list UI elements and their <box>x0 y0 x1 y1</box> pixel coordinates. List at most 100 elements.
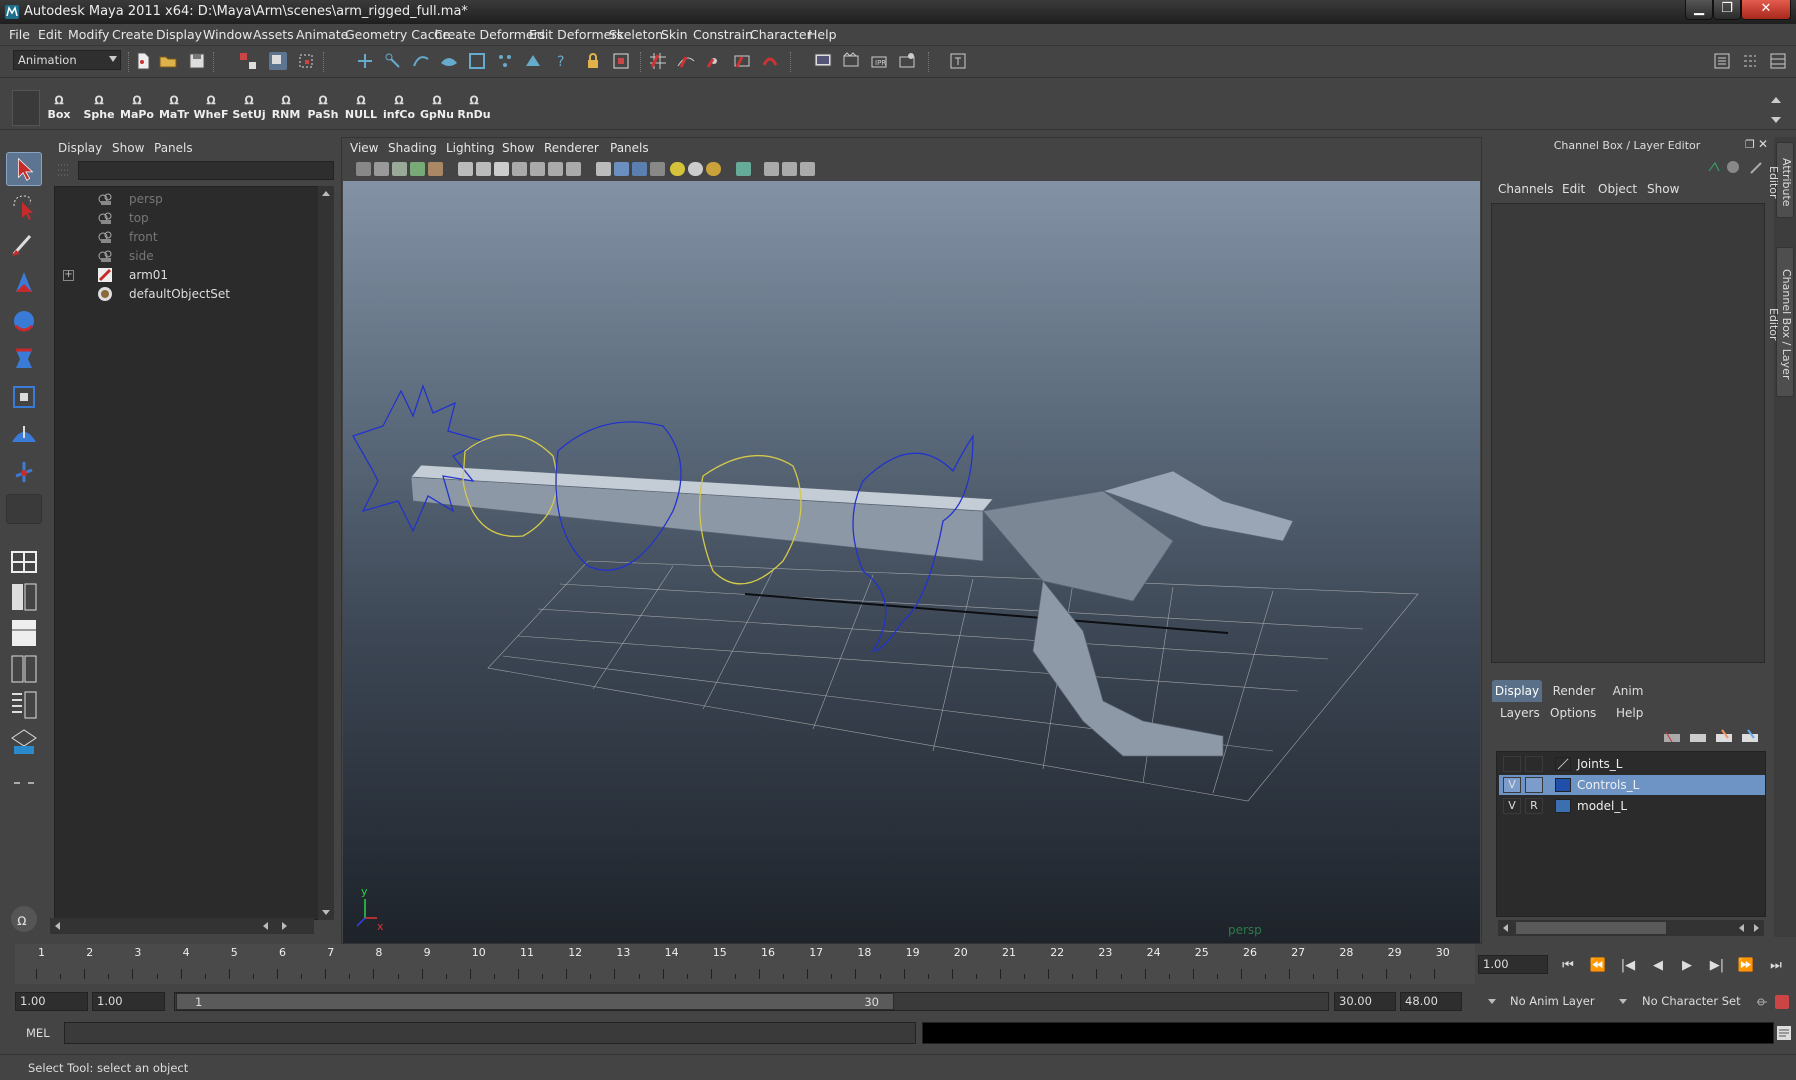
show-hide-attribute-editor-icon[interactable] <box>1712 51 1732 71</box>
wireframe-icon[interactable] <box>596 162 611 176</box>
use-default-lighting-icon[interactable] <box>670 162 685 176</box>
highlight-selection-icon[interactable] <box>611 51 631 71</box>
viewport-menu-show[interactable]: Show <box>502 141 534 155</box>
channel-box-menu-show[interactable]: Show <box>1647 182 1679 196</box>
menu-modify[interactable]: Modify <box>68 27 109 42</box>
range-slider-handle[interactable]: 1 30 <box>176 993 894 1010</box>
channel-box-menu-object[interactable]: Object <box>1598 182 1637 196</box>
shelf-tab-menu[interactable] <box>12 90 40 126</box>
step-forward-frame-button[interactable]: ▶| <box>1706 956 1728 976</box>
step-forward-key-button[interactable]: ⏩ <box>1735 956 1757 976</box>
snap-to-view-plane-icon[interactable] <box>732 51 752 71</box>
channel-box-menu-channels[interactable]: Channels <box>1498 182 1554 196</box>
snap-to-point-icon[interactable] <box>704 51 724 71</box>
layer-display-type-toggle[interactable]: R <box>1525 798 1543 814</box>
go-to-end-button[interactable]: ⏭ <box>1765 956 1787 976</box>
outliner-menu-panels[interactable]: Panels <box>154 141 193 155</box>
select-by-deformation-icon[interactable] <box>467 51 487 71</box>
single-pane-layout-icon[interactable] <box>6 616 42 650</box>
scale-tool-icon[interactable] <box>6 342 42 376</box>
outliner-menu-show[interactable]: Show <box>112 141 144 155</box>
shadows-icon[interactable] <box>706 162 721 176</box>
show-manipulator-tool-icon[interactable] <box>6 456 42 490</box>
close-panel-icon[interactable]: ✕ <box>1758 137 1768 151</box>
select-by-dynamic-icon[interactable] <box>495 51 515 71</box>
select-by-handle-icon[interactable] <box>355 51 375 71</box>
close-button[interactable]: ✕ <box>1741 0 1791 20</box>
layer-menu-layers[interactable]: Layers <box>1500 706 1540 720</box>
layer-list-scrollbar[interactable] <box>1498 920 1764 936</box>
script-editor-icon[interactable] <box>1776 1025 1792 1041</box>
time-slider[interactable]: 1 2 3 4 5 6 7 8 9 10 11 12 13 14 15 16 17 18 19 20 21 22 23 24 2… <box>15 944 1475 984</box>
layer-row-model[interactable]: V R model_L <box>1499 796 1765 816</box>
layer-color-swatch[interactable] <box>1555 799 1571 813</box>
shelf-button-pash[interactable]: ꭥ PaSh <box>305 90 341 128</box>
animation-start-field[interactable]: 1.00 <box>15 992 88 1011</box>
current-frame-field[interactable]: 1.00 <box>1478 955 1548 974</box>
select-object-icon[interactable] <box>268 51 288 71</box>
select-by-rendering-icon[interactable] <box>523 51 543 71</box>
viewport-menu-renderer[interactable]: Renderer <box>544 141 599 155</box>
menu-help[interactable]: Help <box>808 27 837 42</box>
menu-display[interactable]: Display <box>156 27 202 42</box>
select-by-curve-icon[interactable] <box>411 51 431 71</box>
ipr-render-icon[interactable]: IPR <box>869 51 889 71</box>
film-gate-icon[interactable] <box>476 162 491 176</box>
menu-character[interactable]: Character <box>750 27 812 42</box>
layer-action-icons[interactable] <box>1662 728 1766 746</box>
outliner-persp-layout-icon[interactable] <box>6 652 42 686</box>
shelf-button-infco[interactable]: ꭥ infCo <box>381 90 417 128</box>
shelf-button-whef[interactable]: ꭥ WheF <box>193 90 229 128</box>
menu-assets[interactable]: Assets <box>253 27 294 42</box>
lock-selection-icon[interactable] <box>583 51 603 71</box>
shelf-button-setuj[interactable]: ꭥ SetUj <box>231 90 267 128</box>
snap-to-grid-icon[interactable] <box>648 51 668 71</box>
render-frame-icon[interactable] <box>841 51 861 71</box>
layer-display-type-toggle[interactable] <box>1525 777 1543 793</box>
layer-display-type-toggle[interactable] <box>1525 756 1543 772</box>
anim-layer-dropdown[interactable]: No Anim Layer <box>1505 992 1625 1011</box>
select-tool-icon[interactable] <box>6 152 42 186</box>
shelf-button-mapo[interactable]: ꭥ MaPo <box>119 90 155 128</box>
menu-skeleton[interactable]: Skeleton <box>609 27 663 42</box>
wireframe-on-shaded-icon[interactable] <box>632 162 647 176</box>
shelf-scroll-arrows[interactable] <box>1768 93 1784 127</box>
select-by-joint-icon[interactable] <box>383 51 403 71</box>
menu-set-dropdown[interactable]: Animation <box>13 50 121 70</box>
menu-file[interactable]: File <box>9 27 30 42</box>
outliner-horizontal-scrollbar[interactable] <box>50 918 314 934</box>
viewport-menu-panels[interactable]: Panels <box>610 141 649 155</box>
xray-icon[interactable] <box>764 162 779 176</box>
channel-box-mode-icons[interactable] <box>1707 159 1767 175</box>
image-plane-icon[interactable] <box>410 162 425 176</box>
tab-channel-box-layer-editor[interactable]: Channel Box / Layer Editor <box>1767 247 1794 397</box>
single-perspective-layout-icon[interactable] <box>6 544 42 578</box>
step-back-frame-button[interactable]: |◀ <box>1617 956 1639 976</box>
universal-manipulator-icon[interactable] <box>6 380 42 414</box>
viewport-menu-view[interactable]: View <box>350 141 378 155</box>
render-view-icon[interactable] <box>813 51 833 71</box>
make-live-icon[interactable] <box>760 51 780 71</box>
menu-constrain[interactable]: Constrain <box>693 27 753 42</box>
show-hide-tool-settings-icon[interactable] <box>1740 51 1760 71</box>
go-to-start-button[interactable]: ⏮ <box>1557 956 1579 976</box>
viewport-menu-lighting[interactable]: Lighting <box>446 141 495 155</box>
snap-to-curve-icon[interactable] <box>676 51 696 71</box>
open-scene-icon[interactable] <box>158 51 178 71</box>
select-by-surface-icon[interactable] <box>439 51 459 71</box>
perspective-viewport[interactable]: y x <box>343 181 1480 943</box>
bookmarks-icon[interactable] <box>392 162 407 176</box>
channel-box-menu-edit[interactable]: Edit <box>1562 182 1585 196</box>
shelf-button-box[interactable]: ꭥ Box <box>41 90 77 128</box>
outliner-item-side[interactable]: side <box>55 246 321 266</box>
layer-row-controls[interactable]: V Controls_L <box>1499 775 1765 795</box>
minimize-button[interactable]: ▁ <box>1685 0 1713 20</box>
xray-joints-icon[interactable] <box>782 162 797 176</box>
float-panel-icon[interactable]: ❐ <box>1745 138 1755 151</box>
camera-attributes-icon[interactable] <box>374 162 389 176</box>
viewport-menu-shading[interactable]: Shading <box>388 141 437 155</box>
menu-create[interactable]: Create <box>112 27 154 42</box>
render-settings-icon[interactable] <box>897 51 917 71</box>
shelf-button-matr[interactable]: ꭥ MaTr <box>156 90 192 128</box>
layer-color-swatch[interactable] <box>1555 757 1571 771</box>
